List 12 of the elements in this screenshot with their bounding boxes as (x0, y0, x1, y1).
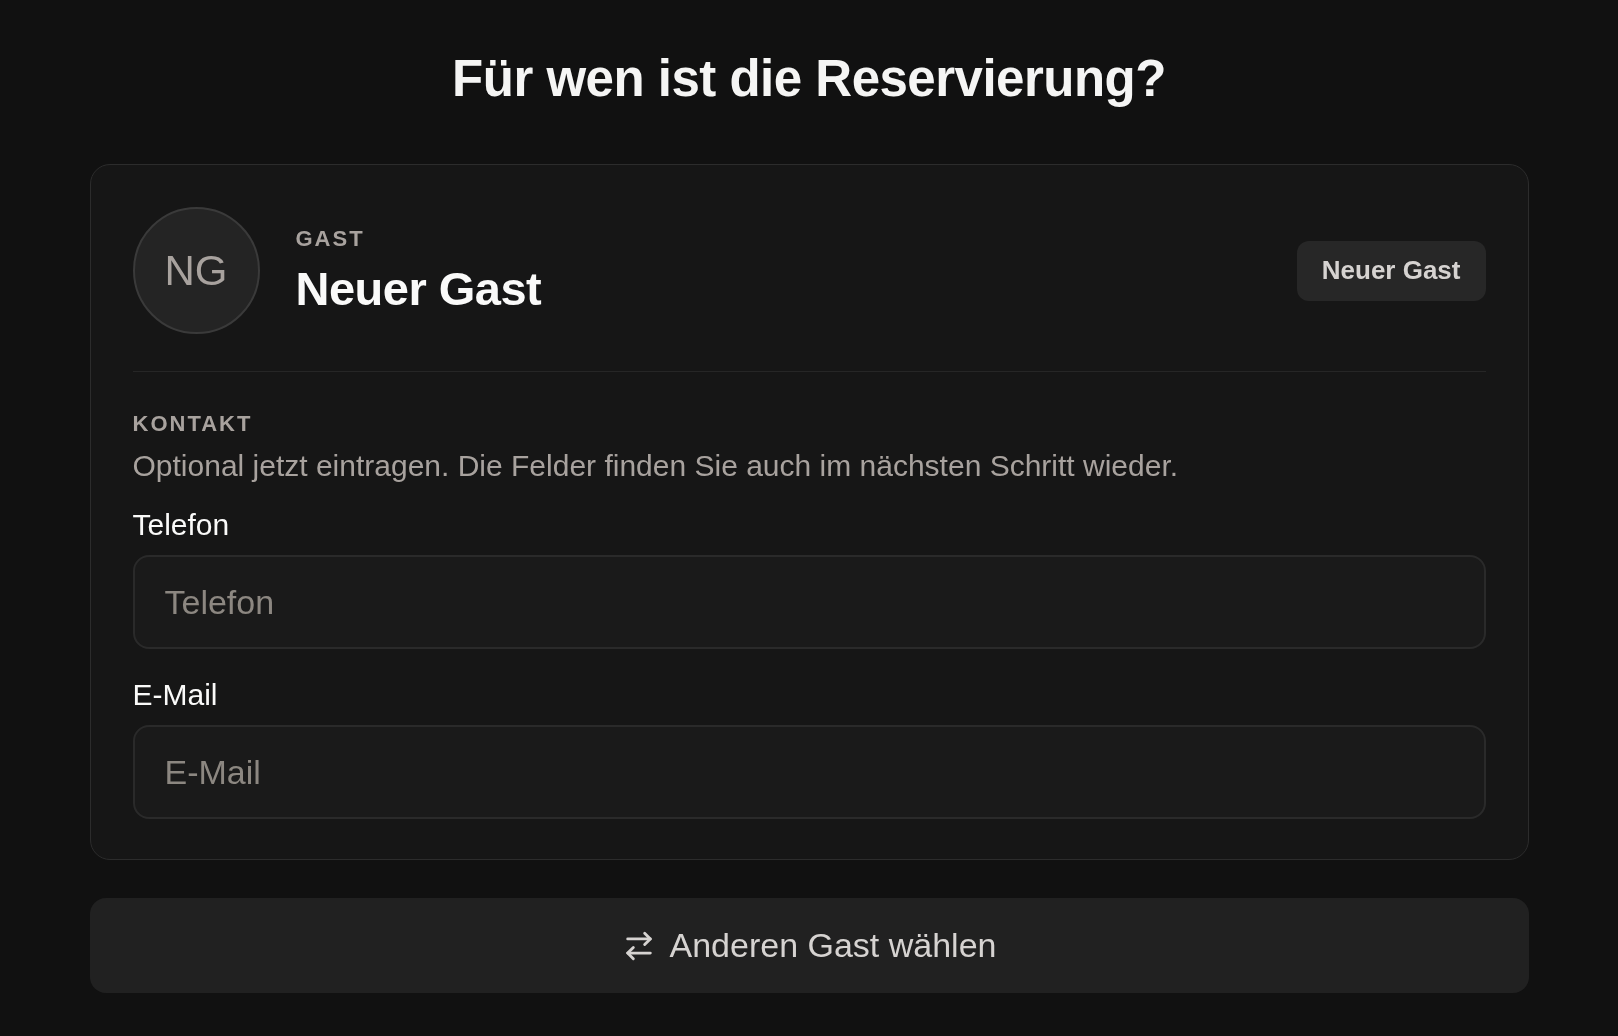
choose-other-guest-button[interactable]: Anderen Gast wählen (89, 898, 1529, 993)
section-heading: KONTAKT (132, 412, 254, 436)
guest-label: GAST (295, 226, 366, 251)
field-label: E-Mail (132, 678, 219, 712)
field-label: Telefon (132, 508, 231, 542)
page-title: Für wen ist die Reservierung? (452, 50, 1166, 108)
guest-name: Neuer Gast (295, 262, 542, 315)
section-description: Optional jetzt eintragen. Die Felder finden Sie auch im nächsten Schritt wieder. (132, 449, 1180, 483)
guest-avatar: NG (132, 207, 260, 334)
guest-status-tag: Neuer Gast (1296, 240, 1486, 301)
input-field[interactable]: Telefon (132, 555, 1486, 649)
input-field[interactable]: E-Mail (132, 725, 1486, 819)
